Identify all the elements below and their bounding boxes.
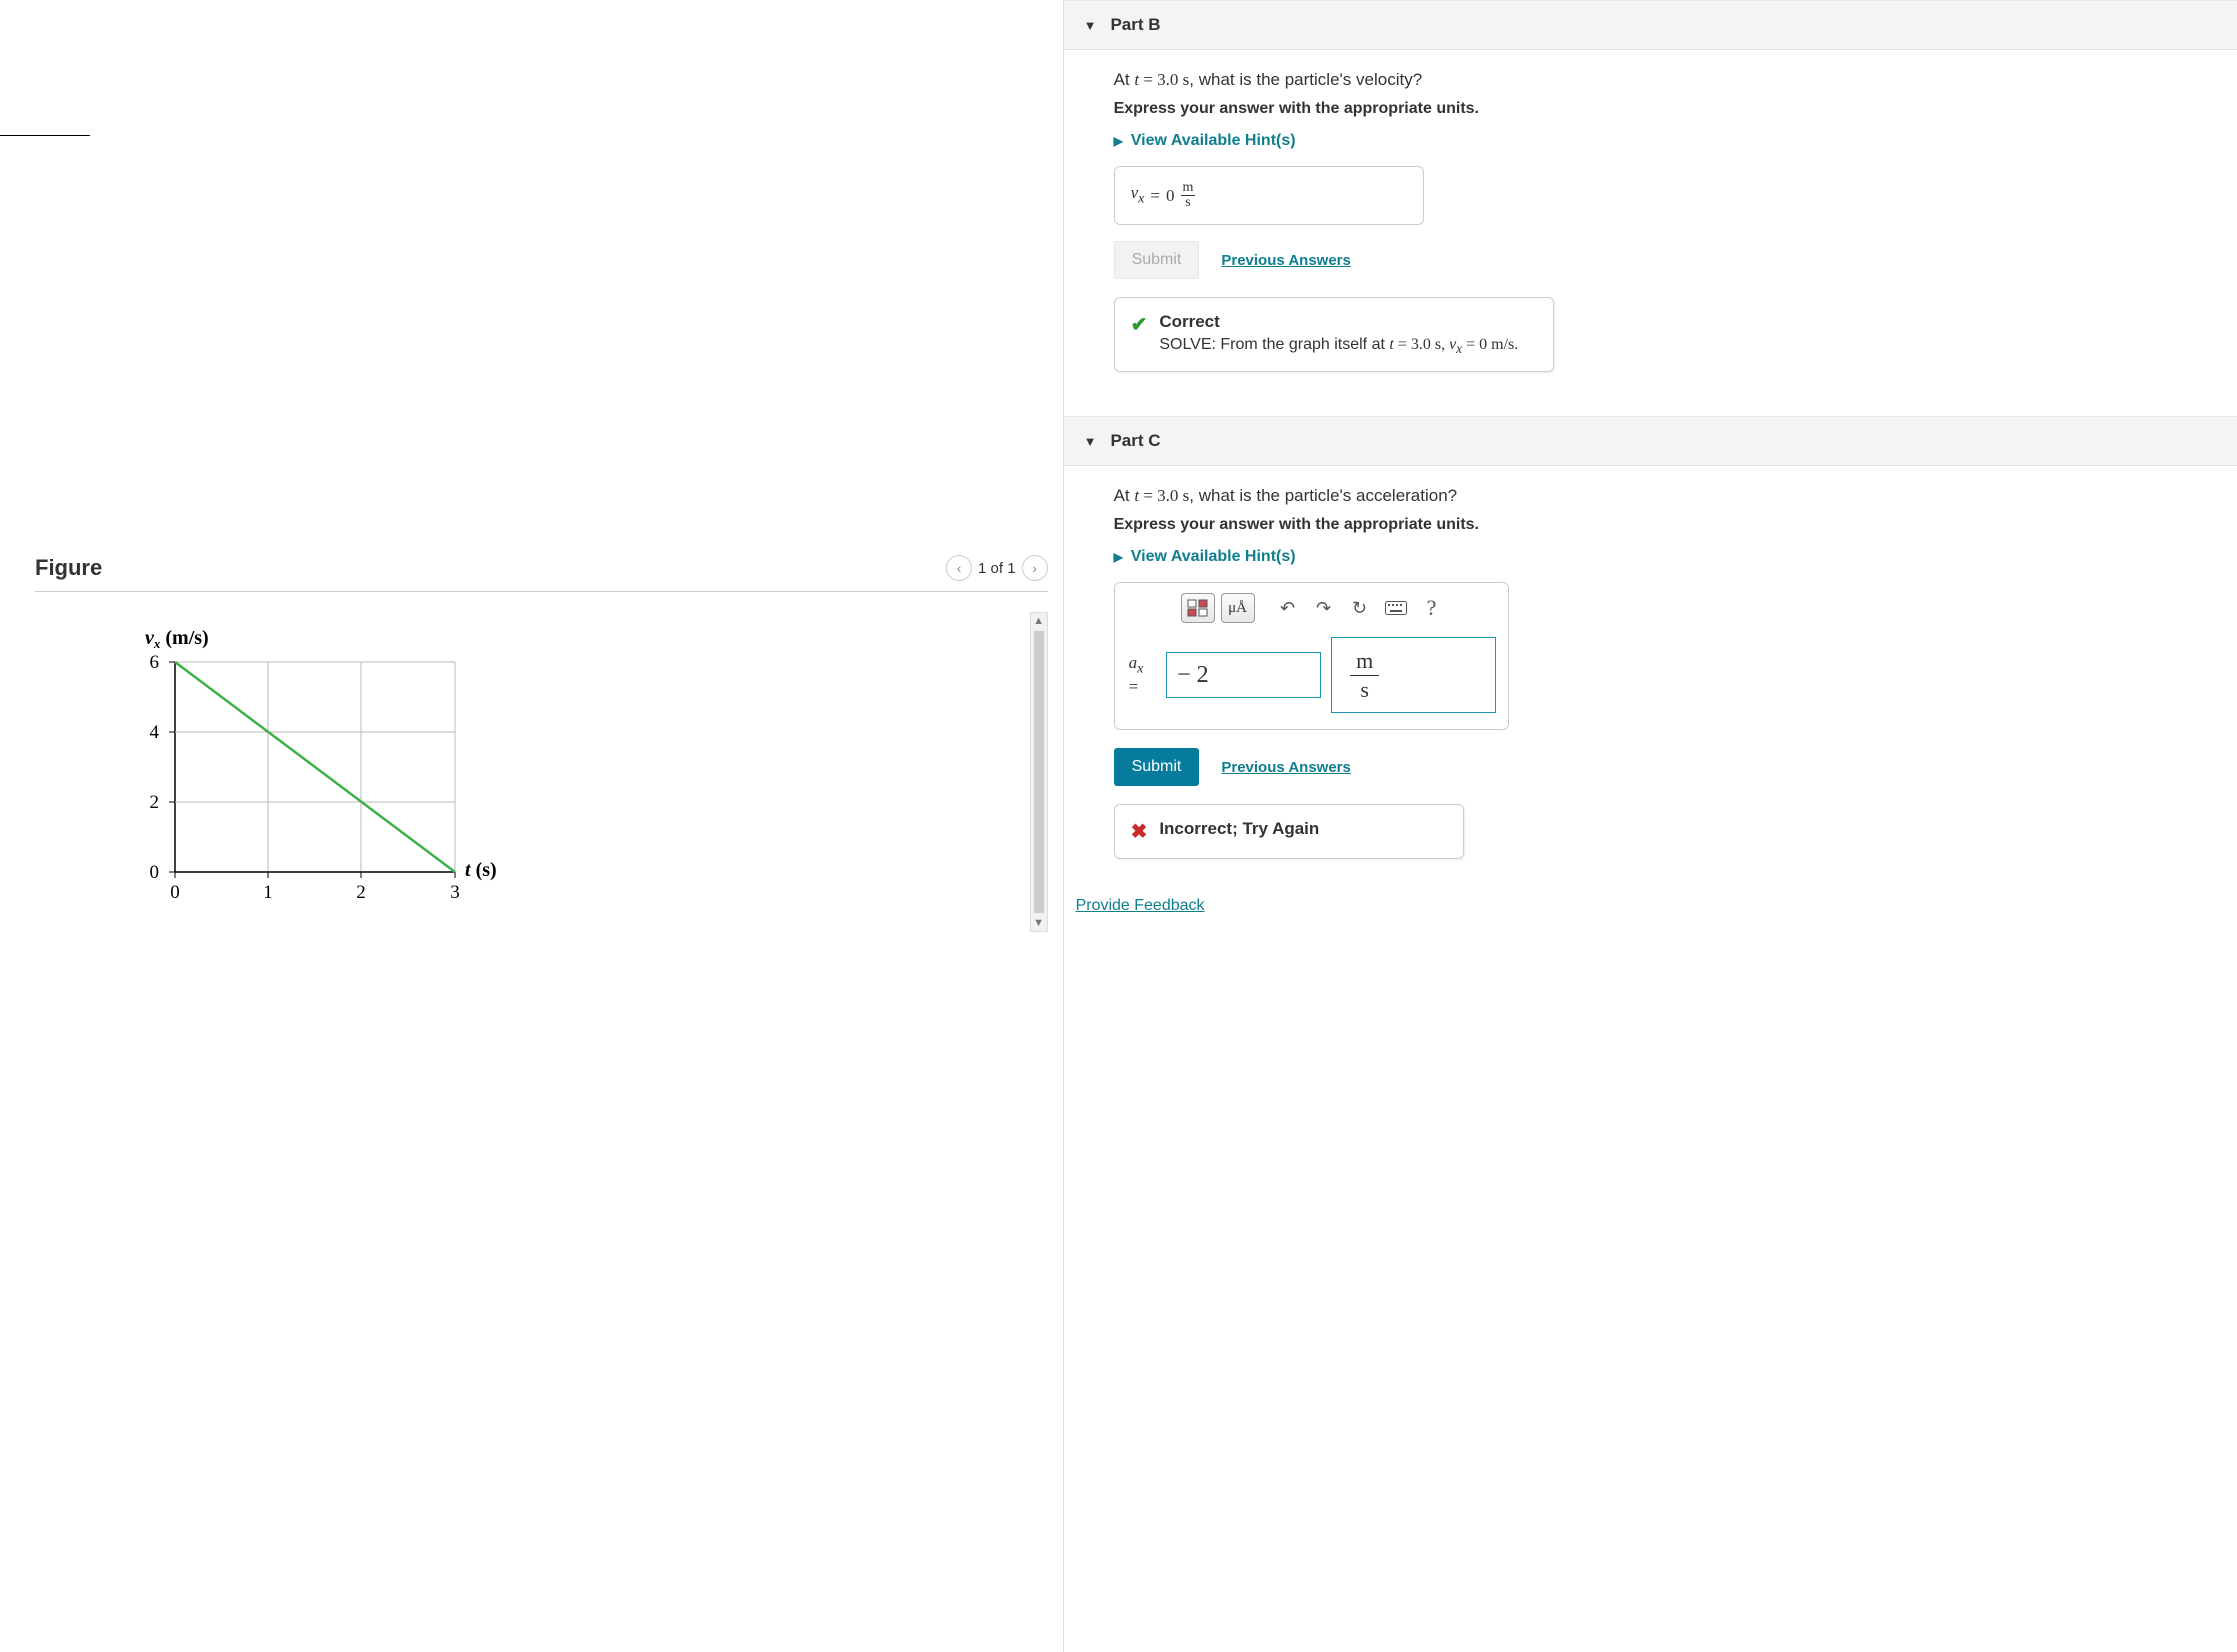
part-b-answer-box: vx = 0 m s <box>1114 166 1424 225</box>
part-b-variable: vx <box>1131 183 1145 207</box>
y-tick-4: 4 <box>150 722 160 743</box>
templates-icon <box>1187 599 1209 617</box>
part-c-question: At t = 3.0 s, what is the particle's acc… <box>1114 486 2209 506</box>
part-b-instructions: Express your answer with the appropriate… <box>1114 100 2209 118</box>
x-tick-3: 3 <box>450 882 460 903</box>
templates-button[interactable] <box>1181 593 1215 623</box>
scroll-down-icon[interactable]: ▼ <box>1033 915 1044 931</box>
velocity-chart: vx (m/s) <box>125 622 505 922</box>
part-c-toolbar: μÅ ↶ ↷ ↻ ? <box>1115 583 1508 631</box>
caret-right-icon: ▶ <box>1114 134 1123 148</box>
x-tick-2: 2 <box>356 882 366 903</box>
figure-scrollbar[interactable]: ▲ ▼ <box>1030 612 1048 932</box>
part-c-hints-label: View Available Hint(s) <box>1131 548 1296 566</box>
figure-prev-button[interactable]: ‹ <box>946 555 972 581</box>
part-b-feedback-body: SOLVE: From the graph itself at t = 3.0 … <box>1159 336 1518 357</box>
unit-numerator: m <box>1350 649 1379 676</box>
help-button[interactable]: ? <box>1417 593 1447 623</box>
x-tick-1: 1 <box>263 882 273 903</box>
part-b-feedback: ✔ Correct SOLVE: From the graph itself a… <box>1114 297 1554 372</box>
part-c-feedback-title: Incorrect; Try Again <box>1159 819 1319 839</box>
part-c-editor: μÅ ↶ ↷ ↻ ? ax = <box>1114 582 1509 730</box>
chart-area: vx (m/s) <box>35 612 1022 932</box>
part-c-title: Part C <box>1110 431 1160 451</box>
figure-title: Figure <box>35 555 102 581</box>
data-line <box>175 662 455 872</box>
part-b-answer-units: m s <box>1181 181 1196 210</box>
x-axis-label: t (s) <box>465 859 497 881</box>
decorative-line <box>0 135 90 136</box>
redo-button[interactable]: ↷ <box>1309 593 1339 623</box>
part-c-previous-answers-link[interactable]: Previous Answers <box>1221 759 1351 776</box>
part-c-body: At t = 3.0 s, what is the particle's acc… <box>1064 466 2237 889</box>
part-b-question: At t = 3.0 s, what is the particle's vel… <box>1114 70 2209 90</box>
y-axis-label: vx (m/s) <box>145 627 209 651</box>
units-button[interactable]: μÅ <box>1221 593 1255 623</box>
caret-down-icon: ▼ <box>1084 18 1097 33</box>
part-c-unit-box[interactable]: m s <box>1331 637 1495 713</box>
part-c-instructions: Express your answer with the appropriate… <box>1114 516 2209 534</box>
part-c-hints-toggle[interactable]: ▶ View Available Hint(s) <box>1114 548 2209 566</box>
keyboard-icon <box>1385 601 1407 615</box>
figure-next-button[interactable]: › <box>1022 555 1048 581</box>
x-tick-0: 0 <box>170 882 180 903</box>
part-b-hints-toggle[interactable]: ▶ View Available Hint(s) <box>1114 132 2209 150</box>
y-tick-0: 0 <box>150 862 160 883</box>
part-b-header[interactable]: ▼ Part B <box>1064 0 2237 50</box>
keyboard-button[interactable] <box>1381 593 1411 623</box>
y-tick-2: 2 <box>150 792 160 813</box>
part-b-submit-button: Submit <box>1114 241 1200 279</box>
scroll-up-icon[interactable]: ▲ <box>1033 613 1044 629</box>
cross-icon: ✖ <box>1131 819 1148 844</box>
check-icon: ✔ <box>1131 312 1148 337</box>
part-c-submit-button[interactable]: Submit <box>1114 748 1200 786</box>
part-b-body: At t = 3.0 s, what is the particle's vel… <box>1064 50 2237 402</box>
figure-panel: Figure ‹ 1 of 1 › vx (m/s) <box>35 555 1048 932</box>
part-c-variable: ax = <box>1129 653 1157 697</box>
caret-down-icon: ▼ <box>1084 434 1097 449</box>
reset-button[interactable]: ↻ <box>1345 593 1375 623</box>
caret-right-icon: ▶ <box>1114 550 1123 564</box>
figure-page-indicator: 1 of 1 <box>978 560 1016 577</box>
part-b-feedback-title: Correct <box>1159 312 1518 332</box>
scroll-thumb[interactable] <box>1034 631 1044 913</box>
y-tick-6: 6 <box>150 652 160 673</box>
undo-button[interactable]: ↶ <box>1273 593 1303 623</box>
provide-feedback-link[interactable]: Provide Feedback <box>1064 889 2237 931</box>
part-b-hints-label: View Available Hint(s) <box>1131 132 1296 150</box>
part-c-feedback: ✖ Incorrect; Try Again <box>1114 804 1464 859</box>
part-b-title: Part B <box>1110 15 1160 35</box>
part-b-answer-value: 0 <box>1166 186 1175 206</box>
part-b-previous-answers-link[interactable]: Previous Answers <box>1221 252 1351 269</box>
unit-denominator: s <box>1354 676 1375 702</box>
part-c-header[interactable]: ▼ Part C <box>1064 416 2237 466</box>
part-c-value-input[interactable] <box>1166 652 1321 698</box>
